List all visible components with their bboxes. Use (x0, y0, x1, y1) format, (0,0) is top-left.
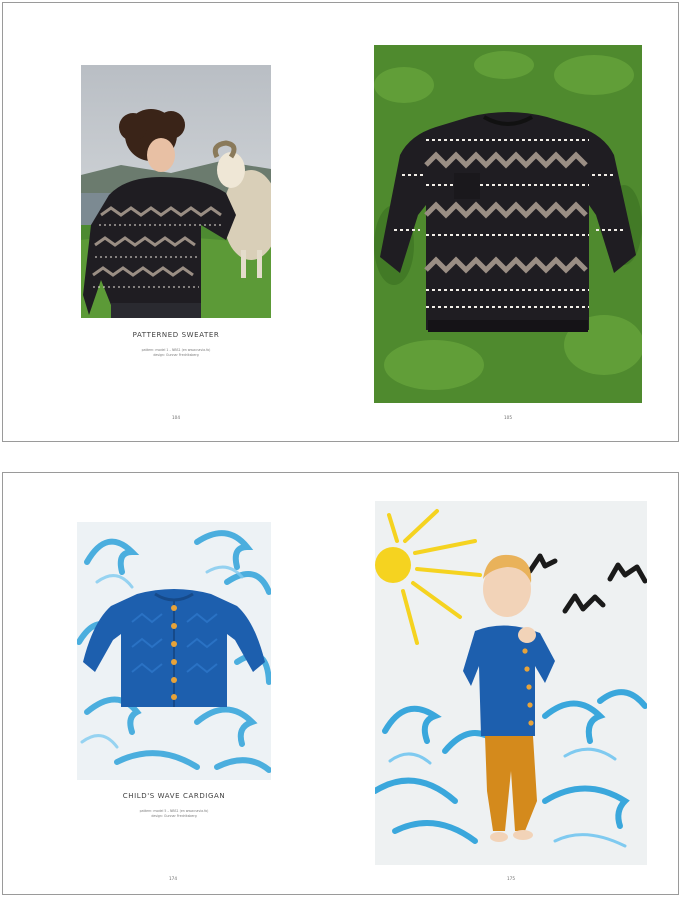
page-number-left: 174 (169, 876, 177, 881)
caption-title: CHILD'S WAVE CARDIGAN (122, 792, 226, 800)
caption-design-line: design: Gunnar Fredriksberg (153, 353, 199, 357)
page-number-right: 175 (507, 876, 515, 881)
caption-design-line: design: Gunnar Fredriksberg (151, 814, 197, 818)
book-spread-104-105: PATTERNED SWEATER pattern: model 1 – NBS… (2, 2, 679, 442)
page-number-right: 105 (504, 415, 512, 420)
caption-title: PATTERNED SWEATER (132, 331, 220, 339)
book-spread-174-175: CHILD'S WAVE CARDIGAN pattern: model 5 –… (2, 472, 679, 895)
man-with-sheep-photo (81, 65, 271, 318)
blue-cardigan-flatlay-photo (77, 522, 271, 780)
page-number-left: 104 (172, 415, 180, 420)
sweater-on-grass-photo (374, 45, 642, 403)
child-in-cardigan-photo (375, 501, 647, 865)
